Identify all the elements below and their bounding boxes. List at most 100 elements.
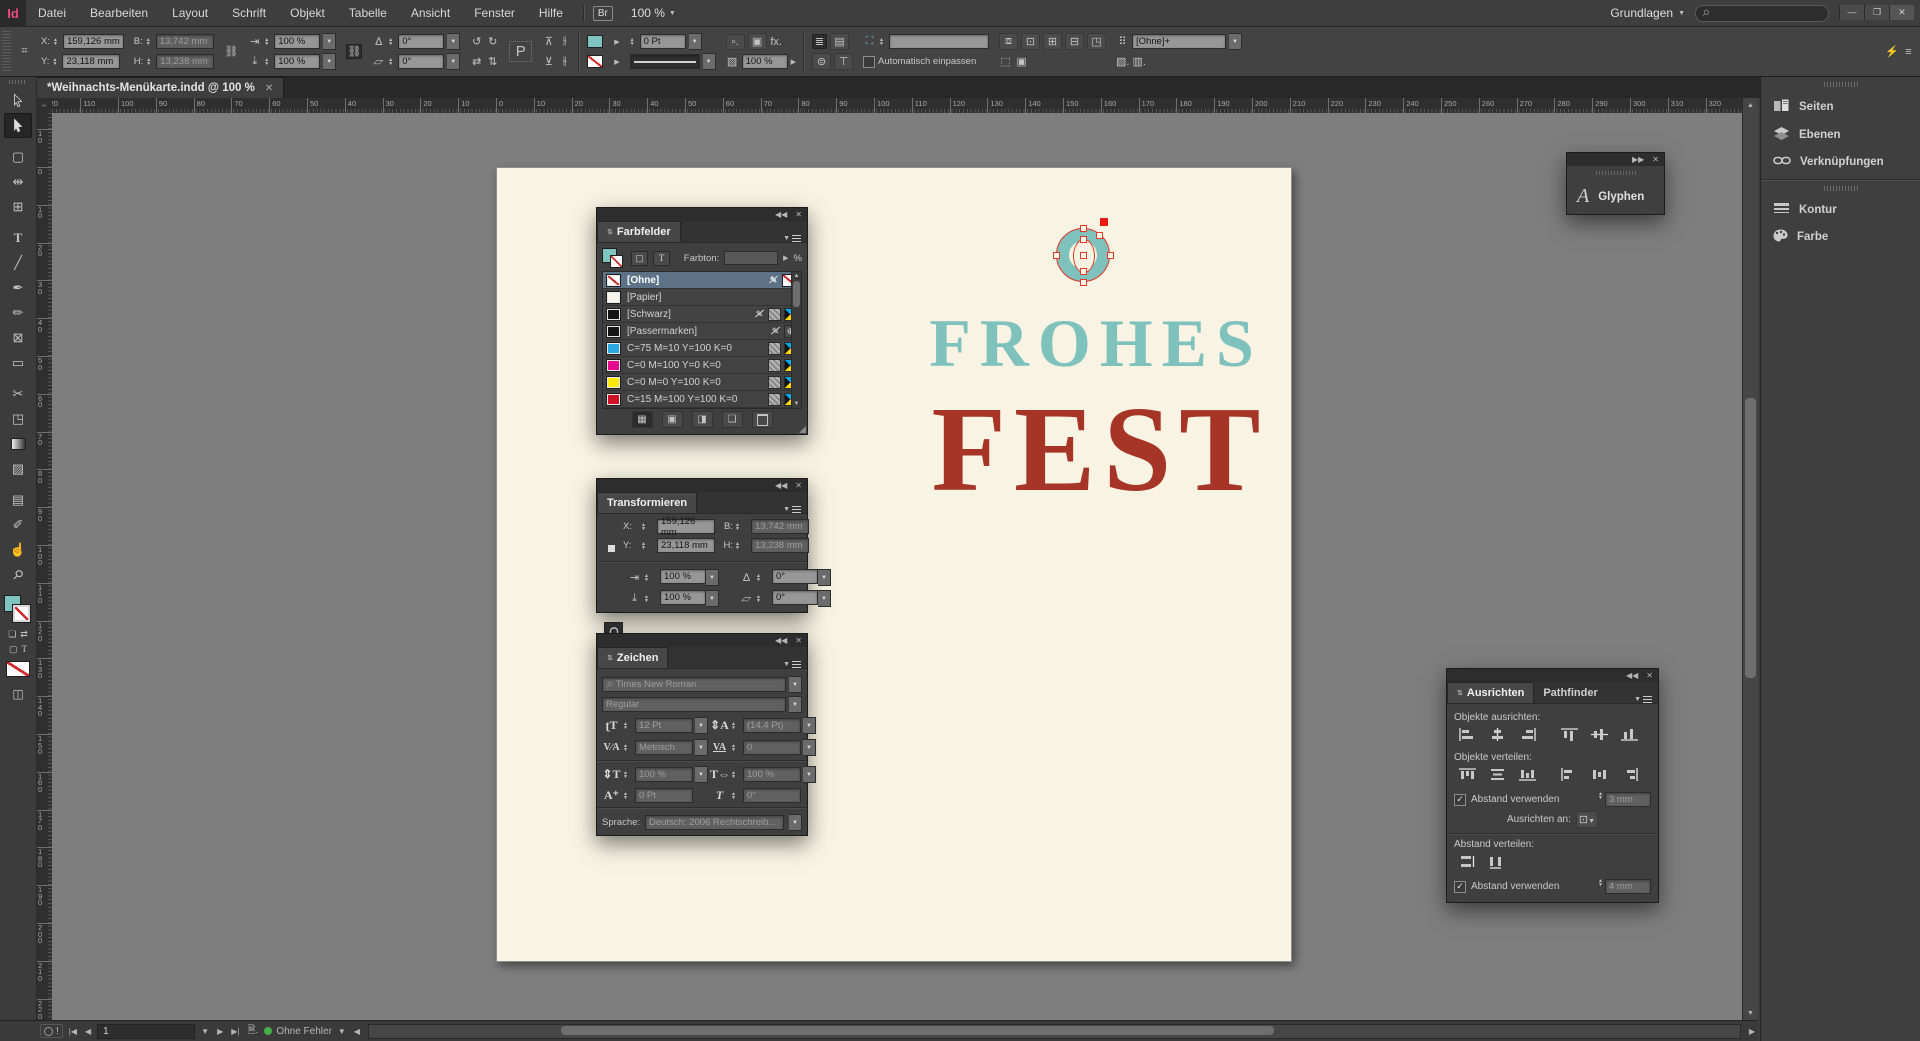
font-family-field[interactable]: ⚲ Times New Roman [602, 677, 786, 692]
document-tab[interactable]: *Weihnachts-Menükarte.indd @ 100 % ✕ [36, 77, 284, 98]
wrap-top-button[interactable]: ⊤ [834, 53, 853, 70]
shear-dropdown[interactable]: ▼ [447, 53, 460, 70]
swatch-row[interactable]: [Ohne]✎ [603, 272, 801, 289]
shear-stepper[interactable]: ▲▼ [756, 595, 763, 603]
ruler-origin-box[interactable]: ⌖ [36, 98, 53, 114]
quick-apply-icon[interactable]: ⚡ [1885, 45, 1899, 58]
align-h-center-button[interactable] [1484, 726, 1510, 744]
width-stepper[interactable]: ▲▼ [735, 523, 742, 531]
use-spacing2-checkbox[interactable]: ✓ [1454, 881, 1466, 893]
stroke-weight-dropdown[interactable]: ▼ [689, 33, 702, 50]
selected-ornament-object[interactable] [1056, 228, 1110, 282]
fit-frame-button[interactable]: ⊡ [1021, 33, 1040, 50]
panel-menu-icon[interactable]: ▼ [1634, 696, 1658, 703]
menu-bearbeiten[interactable]: Bearbeiten [78, 6, 160, 20]
align-bottom-mini-icon[interactable]: ⊻ [542, 55, 555, 68]
font-style-field[interactable]: Regular [602, 697, 786, 712]
vertical-scrollbar[interactable]: ▲ ▼ [1742, 98, 1758, 1020]
swatch-row[interactable]: [Papier] [603, 289, 801, 306]
panel-grip[interactable] [1596, 171, 1636, 175]
menu-fenster[interactable]: Fenster [462, 6, 527, 20]
scale-x-field[interactable]: 100 % [274, 34, 320, 49]
stroke-weight-field[interactable]: 0 Pt [640, 34, 686, 49]
tools-grip[interactable] [9, 80, 27, 84]
swatch-row[interactable]: C=0 M=0 Y=100 K=0 [603, 374, 801, 391]
page-dropdown-icon[interactable]: ▼ [199, 1027, 211, 1036]
dock-grip[interactable] [1824, 186, 1858, 191]
shear-dropdown[interactable]: ▼ [818, 590, 831, 607]
object-style-field[interactable]: [Ohne]+ [1132, 34, 1226, 49]
glyphen-panel-button[interactable]: A Glyphen [1567, 179, 1664, 214]
tracking-field[interactable]: 0 [743, 740, 801, 755]
y-stepper[interactable]: ▲▼ [641, 542, 648, 550]
gradient-tool[interactable] [4, 431, 32, 456]
farbfelder-tab[interactable]: ⇅ Farbfelder [597, 221, 681, 242]
tracking-stepper[interactable]: ▲▼ [731, 744, 738, 752]
opacity-field[interactable]: 100 % [742, 54, 788, 69]
rectangle-tool[interactable]: ▭ [4, 350, 32, 375]
rotation-stepper[interactable]: ▲▼ [388, 38, 395, 46]
clear-override-icon[interactable]: ▥. [1132, 55, 1145, 68]
view-mode-button[interactable]: ◫ [12, 687, 23, 701]
spacing-stepper[interactable]: ▲▼ [1598, 792, 1605, 807]
menu-objekt[interactable]: Objekt [278, 6, 337, 20]
horizontal-scroll-thumb[interactable] [561, 1026, 1274, 1035]
delete-swatch-button[interactable] [752, 411, 773, 428]
dock-item-seiten[interactable]: Seiten [1761, 93, 1920, 121]
constrain-proportions-icon[interactable]: ⛓ [224, 45, 238, 58]
leading-stepper[interactable]: ▲▼ [731, 722, 738, 730]
eyedropper-tool[interactable]: ✐ [4, 512, 32, 537]
align-right-button[interactable] [1514, 726, 1540, 744]
dist-left-button[interactable] [1556, 766, 1582, 784]
panel-fill-stroke-proxy[interactable] [602, 248, 626, 268]
fit-content-button[interactable]: ⧈ [999, 33, 1018, 50]
container-formatting-toggle[interactable]: ▢ [631, 251, 648, 266]
distribute-v-mini-icon[interactable]: ⫳ [558, 55, 571, 68]
preflight-menu-icon[interactable]: ▼ [336, 1027, 348, 1036]
scale-x-stepper[interactable]: ▲▼ [644, 574, 651, 582]
space-horizontal-button[interactable] [1484, 853, 1510, 871]
align-v-center-button[interactable] [1586, 726, 1612, 744]
formatting-text-icon[interactable]: T [22, 644, 28, 655]
fill-frame-button[interactable]: ◳ [1087, 33, 1106, 50]
new-swatch-button[interactable]: ❏ [722, 411, 743, 428]
last-page-button[interactable]: ▶| [229, 1027, 241, 1036]
pen-tool[interactable]: ✒ [4, 275, 32, 300]
scale-y-stepper[interactable]: ▲▼ [644, 595, 651, 603]
scroll-down-icon[interactable]: ▼ [1743, 1006, 1758, 1020]
x-field[interactable]: 159,126 mm [63, 34, 124, 49]
panel-menu-icon[interactable]: ▼ [783, 235, 807, 242]
type-tool[interactable]: T [4, 225, 32, 250]
scroll-left-icon[interactable]: ◀ [352, 1027, 362, 1036]
ausrichten-tab[interactable]: ⇅ Ausrichten [1447, 682, 1534, 703]
height-stepper[interactable]: ▲▼ [735, 542, 742, 550]
text-wrap-button[interactable]: ▤ [830, 33, 849, 50]
stroke-flyout-arrow[interactable]: ▶ [614, 58, 619, 66]
next-page-button[interactable]: ▶ [215, 1027, 225, 1036]
select-container-button[interactable]: ⬚ [999, 55, 1012, 68]
expand-icon[interactable]: ▶▶ [1632, 155, 1644, 164]
wrap-options-button[interactable]: ⊜ [812, 53, 831, 70]
scroll-up-icon[interactable]: ▲ [1743, 98, 1758, 112]
preflight-doc-icon[interactable]: 🗎. [245, 1023, 260, 1040]
font-size-stepper[interactable]: ▲▼ [623, 722, 630, 730]
show-all-swatches-button[interactable]: ▦ [632, 411, 653, 428]
frame-tool[interactable]: ⊠ [4, 325, 32, 350]
scale-x-dropdown[interactable]: ▼ [323, 33, 336, 50]
align-top-button[interactable] [1556, 726, 1582, 744]
distribute-h-mini-icon[interactable]: ⫲ [558, 35, 571, 48]
close-icon[interactable]: ✕ [795, 210, 802, 219]
menu-schrift[interactable]: Schrift [220, 6, 278, 20]
page-tool[interactable]: ▢ [4, 144, 32, 169]
tracking-dropdown[interactable]: ▼ [803, 739, 816, 756]
tab-close-icon[interactable]: ✕ [265, 83, 273, 94]
y-field[interactable]: 23,118 mm [62, 54, 120, 69]
farbfelder-panel-titlebar[interactable]: ◀◀ ✕ [597, 208, 807, 221]
dock-item-farbe[interactable]: Farbe [1761, 223, 1920, 251]
zeichen-tab[interactable]: ⇅ Zeichen [597, 647, 668, 668]
spacing-field[interactable]: 3 mm [1605, 792, 1651, 807]
fx-button[interactable]: fx. [770, 36, 783, 48]
tint-flyout-arrow[interactable]: ▶ [783, 254, 788, 262]
font-style-dropdown[interactable]: ▼ [789, 696, 802, 713]
search-input[interactable]: ⚲ [1695, 5, 1829, 22]
